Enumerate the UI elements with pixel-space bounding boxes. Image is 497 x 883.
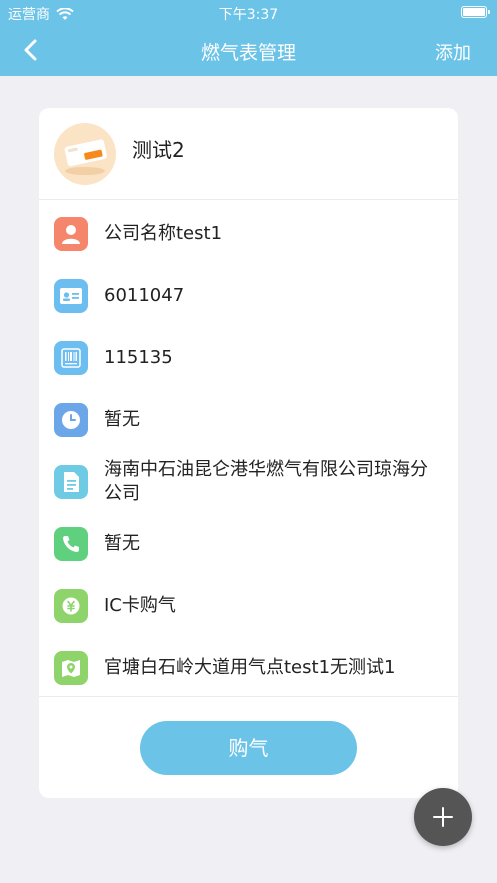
barcode-icon bbox=[54, 341, 88, 375]
address: 官塘白石岭大道用气点test1无测试1 bbox=[104, 657, 396, 678]
map-pin-icon bbox=[54, 651, 88, 685]
gas-company-name: 海南中石油昆仑港华燃气有限公司琼海分公司 bbox=[104, 459, 428, 504]
add-button[interactable]: 添加 bbox=[435, 39, 471, 65]
add-fab-button[interactable] bbox=[414, 788, 472, 846]
clock-icon bbox=[54, 403, 88, 437]
detail-row-time: 暂无 bbox=[39, 390, 458, 450]
detail-row-purchase-type: IC卡购气 bbox=[39, 576, 458, 636]
purchase-type: IC卡购气 bbox=[104, 595, 176, 616]
meter-id: 6011047 bbox=[104, 285, 185, 306]
barcode-number: 115135 bbox=[104, 347, 173, 368]
meter-name: 测试2 bbox=[132, 138, 185, 162]
detail-row-meter-id: 6011047 bbox=[39, 266, 458, 326]
detail-row-gas-company: 海南中石油昆仑港华燃气有限公司琼海分公司 bbox=[39, 452, 458, 516]
app-header: 运营商 下午3:37 燃气表管理 添加 bbox=[0, 0, 497, 76]
buy-gas-button[interactable]: 购气 bbox=[140, 721, 357, 775]
detail-row-phone: 暂无 bbox=[39, 514, 458, 574]
user-icon bbox=[54, 217, 88, 251]
yuan-coin-icon bbox=[54, 589, 88, 623]
gas-meter-card-icon bbox=[54, 123, 116, 185]
status-time: 下午3:37 bbox=[218, 7, 279, 23]
nav-bar: 燃气表管理 添加 bbox=[0, 26, 497, 76]
detail-row-address: 官塘白石岭大道用气点test1无测试1 bbox=[39, 638, 458, 698]
id-card-icon bbox=[54, 279, 88, 313]
document-icon bbox=[54, 465, 88, 499]
detail-row-company: 公司名称test1 bbox=[39, 204, 458, 264]
phone-icon bbox=[54, 527, 88, 561]
meter-card: 测试2 公司名称test1 6011047 115135 暂无 海南中石油昆仑港… bbox=[39, 108, 458, 798]
phone-value: 暂无 bbox=[104, 533, 140, 554]
battery-icon bbox=[461, 6, 490, 18]
plus-icon bbox=[433, 807, 453, 827]
meter-card-header[interactable]: 测试2 bbox=[39, 108, 458, 200]
divider bbox=[39, 696, 458, 697]
detail-row-barcode: 115135 bbox=[39, 328, 458, 388]
company-name: 公司名称test1 bbox=[104, 223, 223, 244]
time-value: 暂无 bbox=[104, 409, 140, 430]
status-bar: 运营商 下午3:37 bbox=[0, 0, 497, 26]
page-title: 燃气表管理 bbox=[200, 42, 296, 64]
